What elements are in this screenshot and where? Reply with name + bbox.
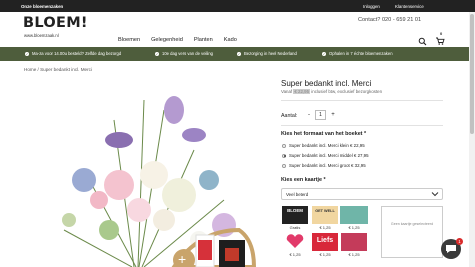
product-title: Super bedankt incl. Merci xyxy=(281,79,372,88)
usp-item: ✓ Bezorging in heel Nederland xyxy=(237,51,297,56)
format-option-klein[interactable]: Super bedankt incl. Merci klein € 22,95 xyxy=(282,143,365,148)
top-bar: Onze bloemenzaken Inloggen Klantenservic… xyxy=(0,0,475,12)
format-option-middel[interactable]: Super bedankt incl. Merci middel € 27,95 xyxy=(282,153,369,158)
stores-link[interactable]: Onze bloemenzaken xyxy=(21,4,63,9)
card-option-flowers[interactable] xyxy=(341,233,367,251)
logo-url: www.bloemzaak.nl xyxy=(24,33,59,38)
cart-count: 0 xyxy=(440,31,443,36)
check-icon: ✓ xyxy=(322,51,326,56)
radio-button[interactable] xyxy=(282,143,286,148)
quantity-decrease-button[interactable]: - xyxy=(304,110,314,120)
card-option-heart[interactable] xyxy=(282,233,308,251)
svg-text:+: + xyxy=(178,251,186,267)
login-link[interactable]: Inloggen xyxy=(363,4,380,9)
check-icon: ✓ xyxy=(25,51,29,56)
heart-icon xyxy=(286,234,304,248)
card-option-bloem[interactable]: BLOEM xyxy=(282,206,308,224)
usp-item: ✓ Ophalen in 7 échte bloemenzaken xyxy=(322,51,393,56)
radio-button[interactable] xyxy=(282,163,286,168)
usp-strip: ✓ Ma-za voor 14.00u besteld? Zelfde dag b… xyxy=(0,47,475,61)
card-option-pattern[interactable] xyxy=(340,206,368,224)
main-nav: Bloemen Gelegenheid Planten Kado xyxy=(118,37,248,43)
logo[interactable]: BLOEM! xyxy=(23,15,88,31)
check-icon: ✓ xyxy=(237,51,241,56)
card-category-select[interactable]: Veel beterd xyxy=(281,188,443,200)
breadcrumb-home[interactable]: Home xyxy=(24,67,36,72)
product-image[interactable]: + xyxy=(24,80,270,267)
breadcrumb-current: Super bedankt incl. Merci xyxy=(40,67,92,72)
check-icon: ✓ xyxy=(155,51,159,56)
quantity-label: Aantal: xyxy=(281,113,298,119)
usp-item: ✓ 10e dag vers van de veiling xyxy=(155,51,213,56)
format-heading: Kies het formaat van het boeket * xyxy=(281,131,367,137)
contact-phone[interactable]: Contact? 020 - 659 21 01 xyxy=(358,17,421,23)
divider xyxy=(281,125,443,126)
radio-button-selected[interactable] xyxy=(282,153,286,158)
price-value: € 22,95 xyxy=(293,89,311,94)
chevron-down-icon xyxy=(431,190,439,199)
nav-planten[interactable]: Planten xyxy=(194,37,213,43)
chat-badge: 1 xyxy=(456,238,463,245)
quantity-input[interactable]: 1 xyxy=(315,110,326,120)
card-preview: Geen kaartje geselecteerd xyxy=(381,206,443,258)
scrollbar-thumb[interactable] xyxy=(470,14,474,134)
breadcrumb: Home / Super bedankt incl. Merci xyxy=(24,67,92,72)
card-heading: Kies een kaartje * xyxy=(281,177,326,183)
nav-gelegenheid[interactable]: Gelegenheid xyxy=(151,37,183,43)
format-option-groot[interactable]: Super bedankt incl. Merci groot € 32,95 xyxy=(282,163,366,168)
customer-service-link[interactable]: Klantenservice xyxy=(395,4,424,9)
card-option-liefs[interactable]: Liefs xyxy=(312,233,338,251)
usp-item: ✓ Ma-za voor 14.00u besteld? Zelfde dag b… xyxy=(25,51,122,56)
quantity-increase-button[interactable]: + xyxy=(328,110,338,120)
search-icon[interactable] xyxy=(418,33,427,46)
card-option-get-well[interactable]: GET WELL xyxy=(312,206,338,224)
product-price: Vanaf € 22,95 inclusief btw, exclusief b… xyxy=(281,89,383,94)
scrollbar[interactable] xyxy=(469,12,475,267)
divider xyxy=(281,100,443,101)
nav-kado[interactable]: Kado xyxy=(224,37,237,43)
nav-bloemen[interactable]: Bloemen xyxy=(118,37,140,43)
